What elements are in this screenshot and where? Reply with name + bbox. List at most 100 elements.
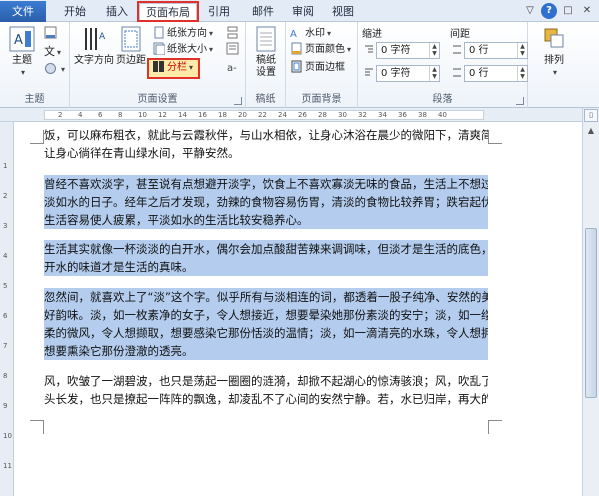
svg-text:A: A xyxy=(14,33,23,48)
vertical-ruler-number: 11 xyxy=(3,462,12,470)
spacing-after-input[interactable]: 0 行 ▲ ▼ xyxy=(464,65,528,82)
group-label-themes: 主题 xyxy=(24,94,45,105)
spacing-before-icon xyxy=(451,44,463,59)
ruler-number: 36 xyxy=(398,111,407,119)
restore-icon[interactable]: □ xyxy=(560,3,576,19)
paragraph-launcher-icon[interactable] xyxy=(516,97,524,105)
size-button[interactable]: 纸张大小 ▾ xyxy=(152,42,213,58)
tab-home[interactable]: 开始 xyxy=(58,3,92,22)
selected-paragraph[interactable]: 曾经不喜欢淡字，甚至说有点想避开淡字，饮食上不喜欢寡淡无味的食品，生活上不想过平… xyxy=(44,175,488,229)
tab-highlight-box xyxy=(137,1,199,22)
tab-insert[interactable]: 插入 xyxy=(100,3,134,22)
group-arrange: 排列 ▾ xyxy=(528,22,582,108)
draft-paper-icon xyxy=(254,25,278,53)
ruler-number: 12 xyxy=(158,111,167,119)
indent-left-input[interactable]: 0 字符 ▲ ▼ xyxy=(376,42,440,59)
svg-text:A: A xyxy=(99,32,106,42)
watermark-icon: A xyxy=(290,26,303,40)
ruler-toggle-icon[interactable]: ▯ xyxy=(584,109,598,122)
chevron-down-icon: ▾ xyxy=(552,68,557,77)
margins-button[interactable]: 页边距 xyxy=(116,25,146,67)
margins-icon xyxy=(119,25,143,53)
text-line: 想要熏染它那份澄澈的透亮。 xyxy=(44,344,194,358)
vertical-ruler-number: 10 xyxy=(3,432,12,440)
text-line: 生活容易使人疲累，平淡如水的生活比较安稳养心。 xyxy=(44,213,309,227)
scroll-up-icon[interactable]: ▲ xyxy=(584,124,598,138)
ruler-number: 22 xyxy=(258,111,267,119)
text-line: 淡如水的日子。经年之后才发现，劲辣的食物容易伤胃，清淡的食物比较养胃；跌宕起伏的 xyxy=(44,195,488,209)
themes-button[interactable]: A 主题 ▾ xyxy=(4,25,40,79)
spin-arrows-icon[interactable]: ▲ ▼ xyxy=(517,66,527,81)
orientation-button[interactable]: 纸张方向 ▾ xyxy=(152,26,213,42)
vertical-ruler-number: 3 xyxy=(3,222,8,230)
group-label-page-setup: 页面设置 xyxy=(137,94,178,105)
document-page[interactable]: 饭，可以麻布粗衣，就此与云霞秋伴，与山水相依，让身心沐浴在晨少的微阳下，清爽简净… xyxy=(14,122,582,496)
orientation-icon xyxy=(152,26,165,39)
vertical-ruler[interactable]: 1 2 3 4 5 6 7 8 9 10 11 xyxy=(0,122,14,496)
spin-arrows-icon[interactable]: ▲ ▼ xyxy=(429,43,439,58)
group-page-setup: A 文字方向 页边距 纸张方向 ▾ 纸张大小 ▾ 分栏 ▾ a- 页面设置 xyxy=(70,22,246,108)
draft-settings-button[interactable]: 稿纸 设置 xyxy=(250,25,282,79)
themes-icon: A xyxy=(8,25,36,53)
spin-arrows-icon[interactable]: ▲ ▼ xyxy=(429,66,439,81)
page-color-icon xyxy=(290,42,303,55)
tab-view[interactable]: 视图 xyxy=(326,3,360,22)
indent-right-icon xyxy=(363,67,375,82)
theme-fonts-button[interactable]: 文 ▾ xyxy=(44,44,61,60)
page-borders-button[interactable]: 页面边框 xyxy=(290,60,345,76)
horizontal-ruler[interactable]: 2 4 6 8 10 12 14 16 18 20 22 24 26 28 30 32 34 36 38 40 xyxy=(0,108,599,122)
tab-review[interactable]: 审阅 xyxy=(286,3,320,22)
group-label-paragraph: 段落 xyxy=(432,94,453,105)
arrange-button[interactable]: 排列 ▾ xyxy=(536,25,572,79)
help-icon[interactable]: ? xyxy=(541,3,557,19)
spin-arrows-icon[interactable]: ▲ ▼ xyxy=(517,43,527,58)
theme-effects-button[interactable]: ▾ xyxy=(44,62,65,78)
line-numbers-button[interactable] xyxy=(226,42,241,58)
text-line: 开水的味道才是生活的真味。 xyxy=(44,260,194,274)
ribbon: A 主题 ▾ 文 ▾ ▾ 主题 A 文字方向 页边距 纸张方向 ▾ 纸张大小 ▾… xyxy=(0,22,599,108)
page-setup-launcher-icon[interactable] xyxy=(234,97,242,105)
paragraph[interactable]: 饭，可以麻布粗衣，就此与云霞秋伴，与山水相依，让身心沐浴在晨少的微阳下，清爽简净… xyxy=(44,126,488,162)
minimize-ribbon-icon[interactable]: ▽ xyxy=(522,3,538,19)
spacing-title: 间距 xyxy=(450,29,470,40)
ruler-number: 32 xyxy=(358,111,367,119)
vertical-ruler-number: 1 xyxy=(3,162,8,170)
selected-paragraph[interactable]: 忽然间，就喜欢上了“淡”这个字。似乎所有与淡相连的词，都透着一股子纯净、安然的美… xyxy=(44,288,488,360)
ruler-number: 30 xyxy=(338,111,347,119)
close-icon[interactable]: ✕ xyxy=(579,3,595,19)
tab-mailings[interactable]: 邮件 xyxy=(246,3,280,22)
text-line: 风，吹皱了一湖碧波，也只是荡起一圈圈的涟漪，却掀不起湖心的惊涛骇浪；风，吹乱了一 xyxy=(44,374,488,388)
page-color-button[interactable]: 页面颜色 ▾ xyxy=(290,42,351,58)
text-line: 曾经不喜欢淡字，甚至说有点想避开淡字，饮食上不喜欢寡淡无味的食品，生活上不想过平 xyxy=(44,177,488,191)
arrange-icon xyxy=(542,25,566,53)
group-draft: 稿纸 设置 稿纸 xyxy=(246,22,286,108)
hyphenation-button[interactable]: a- xyxy=(226,60,241,76)
text-direction-button[interactable]: A 文字方向 xyxy=(74,25,114,67)
chevron-down-icon: ▾ xyxy=(20,68,25,77)
ribbon-tab-bar: 文件 开始 插入 页面布局 引用 邮件 审阅 视图 ▽ ? □ ✕ xyxy=(0,0,599,22)
ruler-number: 40 xyxy=(438,111,447,119)
indent-right-input[interactable]: 0 字符 ▲ ▼ xyxy=(376,65,440,82)
theme-fonts-icon: 文 xyxy=(44,45,55,58)
ruler-number: 14 xyxy=(178,111,187,119)
paragraph[interactable]: 风，吹皱了一湖碧波，也只是荡起一圈圈的涟漪，却掀不起湖心的惊涛骇浪；风，吹乱了一… xyxy=(44,372,488,408)
text-line: 头长发，也只是撩起一阵阵的飘逸，却凌乱不了心间的安然宁静。若，水已归岸，再大的风 xyxy=(44,392,488,406)
vertical-ruler-number: 8 xyxy=(3,372,8,380)
tab-references[interactable]: 引用 xyxy=(202,3,236,22)
columns-icon xyxy=(152,60,165,73)
vertical-ruler-number: 6 xyxy=(3,312,8,320)
group-page-background: A 水印 ▾ 页面颜色 ▾ 页面边框 页面背景 xyxy=(286,22,358,108)
text-direction-icon: A xyxy=(80,25,108,53)
spacing-before-input[interactable]: 0 行 ▲ ▼ xyxy=(464,42,528,59)
breaks-icon xyxy=(226,26,239,39)
vertical-scrollbar[interactable]: ▯ ▲ xyxy=(582,108,599,496)
theme-colors-button[interactable] xyxy=(44,26,59,42)
scrollbar-thumb[interactable] xyxy=(585,228,597,398)
breaks-button[interactable] xyxy=(226,26,241,42)
page-corner-mark xyxy=(488,420,502,434)
selected-paragraph[interactable]: 生活其实就像一杯淡淡的白开水，偶尔会加点酸甜苦辣来调调味，但淡才是生活的底色，白… xyxy=(44,240,488,276)
columns-button[interactable]: 分栏 ▾ xyxy=(152,60,193,76)
svg-text:A: A xyxy=(290,29,297,39)
tab-file[interactable]: 文件 xyxy=(0,1,46,22)
watermark-button[interactable]: A 水印 ▾ xyxy=(290,26,331,42)
